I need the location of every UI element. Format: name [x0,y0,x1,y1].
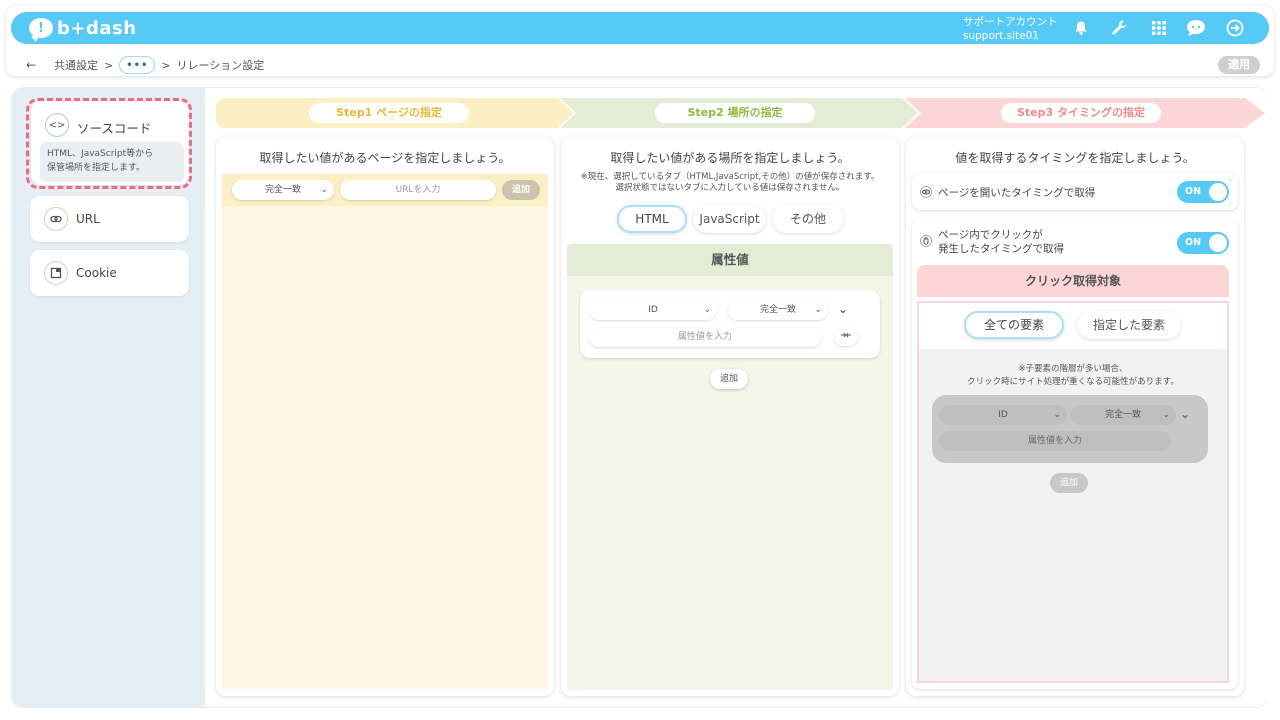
toggle-label: ON [1185,237,1202,248]
breadcrumb-current: リレーション設定 [176,59,265,72]
tab-html[interactable]: HTML [617,205,687,233]
step2-label: Step2 場所の指定 [655,103,815,123]
click-target-header: クリック取得対象 [917,265,1229,297]
timing-label: ページを開いたタイミングで取得 [938,187,1096,199]
breadcrumb-ellipsis-button[interactable]: ••• [119,56,156,74]
logo-bubble-icon: ! [29,18,53,42]
attribute-value-input[interactable]: 属性値を入力 [589,327,821,347]
logout-icon[interactable] [1223,16,1247,40]
expand-chevron-icon: ⌄ [1180,407,1191,421]
add-url-button[interactable]: 追加 [502,180,540,200]
breadcrumb-item-common-settings[interactable]: 共通設定 [54,57,98,73]
step3-label: Step3 タイミングの指定 [1001,103,1161,123]
label-line: 発生したタイミングで取得 [938,243,1064,255]
attribute-area: 属性値 ID ⌄ 完全一致 ⌄ ⌄ 属性値を入力 追加 [567,244,893,690]
timing-label: ページ内でクリックが 発生したタイミングで取得 [938,228,1064,256]
add-attribute-button[interactable]: 追加 [710,369,748,389]
attribute-type-select: ID ⌄ [939,405,1067,425]
breadcrumb-separator: > [161,58,171,72]
chat-icon[interactable] [1184,16,1208,40]
attribute-condition-card: ID ⌄ 完全一致 ⌄ ⌄ 属性値を入力 [580,290,880,358]
chevron-down-icon: ⌄ [814,305,822,315]
match-type-value: 完全一致 [1104,410,1141,420]
match-type-value: 完全一致 [264,185,301,195]
eye-icon [920,186,932,198]
account-info[interactable]: サポートアカウント support.site01 [963,15,1058,43]
panel-step2: 取得したい値がある場所を指定しましょう。 ※現在、選択しているタブ（HTML,J… [561,137,899,696]
panel-title: 取得したい値があるページを指定しましょう。 [259,151,511,165]
click-toggle[interactable]: ON [1177,232,1229,254]
breadcrumb: ← 共通設定 > ••• > リレーション設定 [26,53,264,77]
match-type-select[interactable]: 完全一致 ⌄ [728,300,828,320]
back-arrow-icon[interactable]: ← [26,58,36,72]
label-line: ページ内でクリックが [938,229,1043,241]
account-name: サポートアカウント [963,16,1058,28]
panel-body: 完全一致 ⌄ URLを入力 追加 [222,174,548,689]
sidebar-item-cookie[interactable]: Cookie [30,250,189,296]
match-type-select[interactable]: 完全一致 ⌄ [232,180,334,200]
click-target-area: 全ての要素 指定した要素 ※子要素の階層が多い場合、 クリック時にサイト処理が重… [917,301,1229,683]
logo[interactable]: ! b+dash [29,16,137,42]
breadcrumb-separator: > [104,58,114,72]
selected-outline [26,98,192,189]
apply-button[interactable]: 適用 [1218,56,1260,74]
url-input[interactable]: URLを入力 [340,180,496,200]
mouse-icon [920,235,932,247]
toggle-knob [1209,183,1227,201]
match-type-value: 完全一致 [759,305,796,315]
attribute-type-value: ID [998,410,1008,420]
note-line: ※現在、選択しているタブ（HTML,JavaScript,その他）の値が保存され… [580,172,880,182]
step1-banner: Step1 ページの指定 [216,98,576,128]
step3-banner: Step3 タイミングの指定 [905,98,1267,128]
logo-text: b+dash [57,17,137,39]
toggle-knob [1209,234,1227,252]
tab-all-elements[interactable]: 全ての要素 [964,311,1064,339]
panel-step1: 取得したい値があるページを指定しましょう。 完全一致 ⌄ URLを入力 追加 [216,137,554,696]
header-card: ! b+dash サポートアカウント support.site01 ← 共通設定… [6,6,1274,76]
sidebar-item-label: URL [76,212,100,226]
expand-chevron-icon[interactable]: ⌄ [838,302,848,316]
window-icon [44,261,68,285]
link-icon [44,207,68,231]
panel-title: 値を取得するタイミングを指定しましょう。 [955,151,1195,165]
panel-step3: 値を取得するタイミングを指定しましょう。 ページを開いたタイミングで取得 ON … [906,137,1244,696]
note-line: ※子要素の階層が多い場合、 [1018,364,1128,374]
timing-row-click: ページ内でクリックが 発生したタイミングで取得 ON クリック取得対象 全ての要… [912,219,1238,689]
grid-icon[interactable] [1147,16,1171,40]
chevron-down-icon: ⌄ [320,185,328,195]
collapse-icon[interactable] [834,328,858,346]
account-id: support.site01 [963,30,1039,42]
chevron-down-icon: ⌄ [1162,410,1170,420]
toggle-label: ON [1185,186,1202,197]
attribute-value-input: 属性値を入力 [939,431,1171,451]
chevron-down-icon: ⌄ [703,305,711,315]
attribute-type-value: ID [648,305,658,315]
attribute-header: 属性値 [567,244,893,276]
match-type-select: 完全一致 ⌄ [1070,405,1176,425]
wrench-icon[interactable] [1108,16,1132,40]
step2-banner: Step2 場所の指定 [560,98,920,128]
sidebar-item-url[interactable]: URL [30,196,189,242]
note-line: 選択状態ではないタブに入力している値は保存されません。 [615,183,845,193]
timing-row-page-open: ページを開いたタイミングで取得 ON [912,174,1238,210]
top-bar: ! b+dash サポートアカウント support.site01 [11,12,1269,44]
tab-note: ※現在、選択しているタブ（HTML,JavaScript,その他）の値が保存され… [561,172,899,194]
tab-other[interactable]: その他 [772,205,844,233]
chevron-down-icon: ⌄ [1053,410,1061,420]
add-attribute-button: 追加 [1050,473,1088,493]
attribute-type-select[interactable]: ID ⌄ [589,300,717,320]
tab-javascript[interactable]: JavaScript [693,205,766,233]
page-open-toggle[interactable]: ON [1177,181,1229,203]
bell-icon[interactable] [1069,16,1093,40]
panel-title: 取得したい値がある場所を指定しましょう。 [610,151,850,165]
sidebar-item-label: Cookie [76,266,117,280]
note-line: クリック時にサイト処理が重くなる可能性があります。 [967,377,1179,387]
tab-specified-elements[interactable]: 指定した要素 [1077,311,1181,339]
click-target-note: ※子要素の階層が多い場合、 クリック時にサイト処理が重くなる可能性があります。 [919,363,1227,389]
disabled-condition-card: ID ⌄ 完全一致 ⌄ ⌄ 属性値を入力 [932,395,1208,463]
step1-label: Step1 ページの指定 [309,103,469,123]
